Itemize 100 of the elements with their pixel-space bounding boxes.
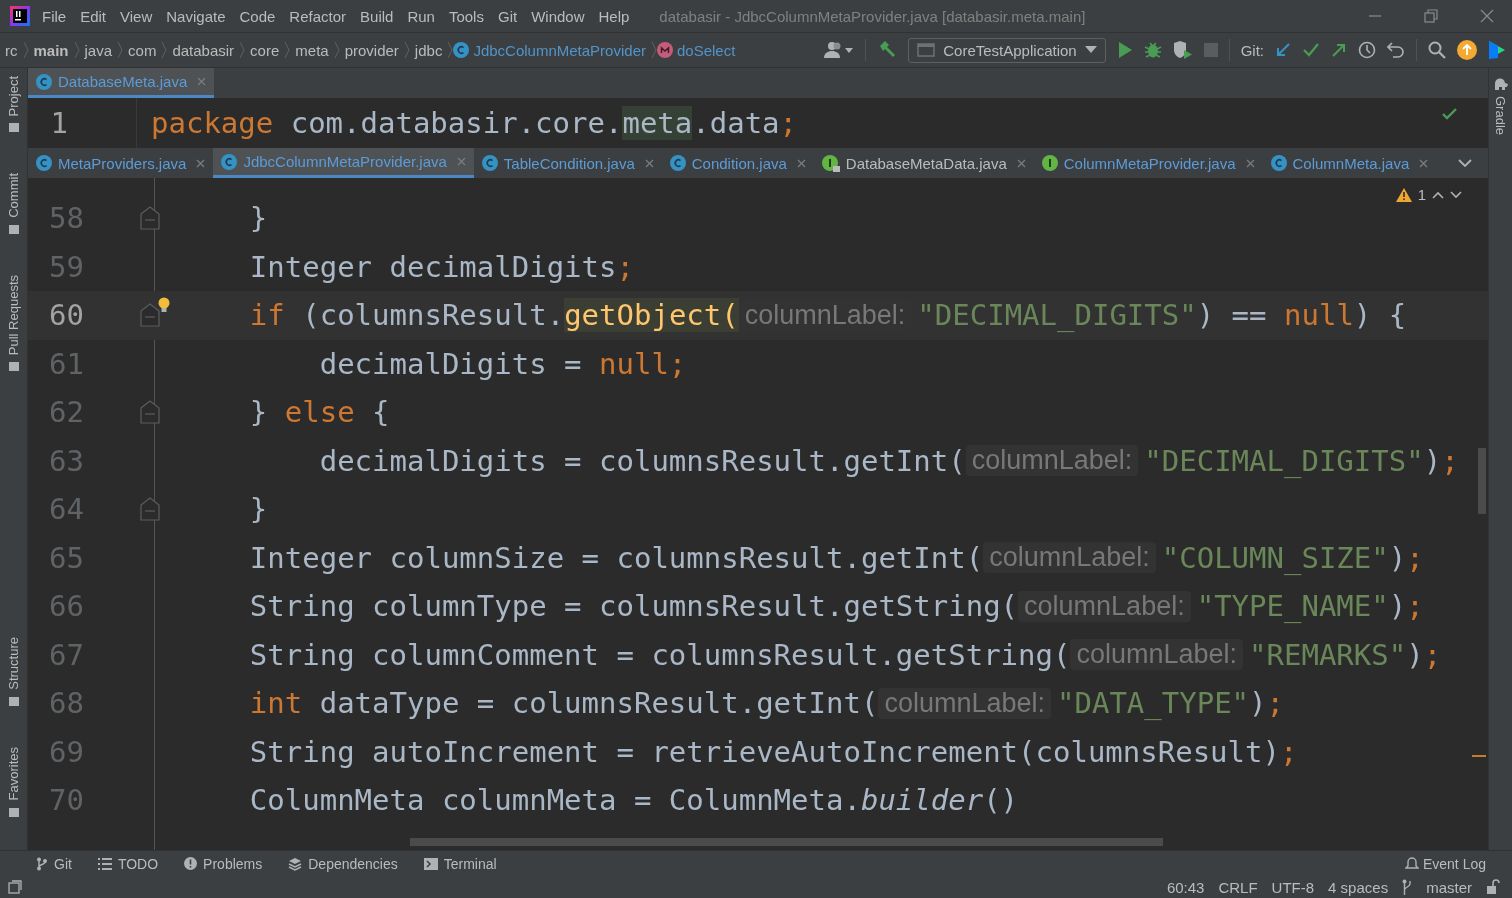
tool-window-tab[interactable]: Commit — [6, 173, 21, 219]
tool-window-button[interactable]: Problems — [184, 855, 263, 872]
keyword: ; — [1423, 637, 1442, 672]
breadcrumb[interactable]: java — [79, 41, 118, 59]
keyword: else — [284, 395, 355, 430]
line-number: 66 — [48, 589, 84, 624]
parameter-hint: columnLabel: — [983, 542, 1156, 574]
breadcrumb[interactable]: meta — [290, 41, 334, 59]
editor-tab[interactable]: MetaProviders.java — [28, 148, 214, 178]
line-number: 58 — [48, 201, 84, 236]
code-text: ) == — [1196, 298, 1268, 333]
code-text: ColumnMeta columnMeta = ColumnMeta. — [248, 783, 861, 818]
status-item[interactable]: 4 spaces — [1328, 878, 1389, 896]
code-text: } — [248, 492, 268, 527]
keyword: ; — [779, 106, 798, 140]
line-number: 63 — [48, 443, 84, 478]
code-text: ) — [1388, 589, 1407, 624]
menu-item[interactable]: Code — [239, 7, 276, 25]
status-item[interactable]: master — [1426, 878, 1472, 896]
editor-tab[interactable]: TableCondition.java — [473, 148, 662, 178]
warning-count[interactable]: 1 — [1417, 186, 1426, 203]
tool-window-button[interactable]: TODO — [97, 855, 159, 872]
editor-tab[interactable]: Condition.java — [661, 148, 814, 178]
parameter-hint: columnLabel: — [1070, 639, 1244, 671]
string-literal: "REMARKS" — [1249, 637, 1407, 672]
code-text: ) — [1388, 540, 1407, 575]
status-item[interactable]: 60:43 — [1166, 878, 1205, 896]
breadcrumb[interactable]: main — [28, 41, 74, 59]
breadcrumb[interactable]: jdbc — [409, 41, 448, 59]
code-text: (columnsResult. — [301, 298, 565, 333]
code-text: () — [983, 783, 1019, 818]
status-item[interactable]: CRLF — [1218, 878, 1258, 896]
string-literal: "COLUMN_SIZE" — [1161, 540, 1389, 575]
string-literal: "DECIMAL_DIGITS" — [917, 298, 1197, 333]
tool-window-button[interactable]: Dependencies — [288, 855, 398, 872]
code-text: builder — [860, 783, 984, 818]
editor-tab[interactable]: ColumnMetaProvider.java — [1033, 148, 1263, 178]
git-label: Git: — [1240, 41, 1264, 59]
tool-window-tab[interactable]: Gradle — [1493, 96, 1508, 136]
parameter-hint: columnLabel: — [1018, 590, 1191, 622]
breadcrumb[interactable]: databasir — [167, 41, 240, 59]
code-text: ) — [1423, 443, 1442, 478]
keyword: int — [248, 686, 303, 721]
event-log-button[interactable]: Event Log — [1404, 855, 1486, 872]
menu-item[interactable]: Run — [407, 7, 435, 25]
status-item[interactable]: UTF-8 — [1271, 878, 1315, 896]
menu-item[interactable]: Navigate — [166, 7, 226, 25]
line-number: 70 — [48, 783, 84, 818]
breadcrumb[interactable]: provider — [339, 41, 404, 59]
line-number: 60 — [48, 298, 84, 333]
tool-window-tab[interactable]: Project — [6, 76, 21, 117]
keyword: ; — [1266, 686, 1284, 721]
tool-window-tab[interactable]: Structure — [6, 637, 21, 691]
menu-item[interactable]: Refactor — [289, 7, 347, 25]
code-text: } — [248, 395, 269, 430]
breadcrumb[interactable]: com — [123, 41, 162, 59]
menu-item[interactable]: File — [42, 7, 67, 25]
editor-tab[interactable]: DatabaseMetaData.java — [813, 148, 1034, 178]
breadcrumb[interactable]: doSelect — [672, 41, 741, 59]
code-text: dataType = columnsResult.getInt( — [318, 686, 879, 721]
highlighted-code: getObject( — [564, 298, 739, 333]
tool-window-button[interactable]: Git — [36, 855, 72, 872]
line-number: 62 — [48, 395, 84, 430]
parameter-hint: columnLabel: — [965, 445, 1139, 477]
window-title: databasir - JdbcColumnMetaProvider.java [databasir.meta.main] — [659, 7, 1087, 25]
breadcrumb[interactable]: core — [245, 41, 285, 59]
code-text: Integer decimalDigits — [248, 249, 617, 284]
breadcrumb[interactable]: JdbcColumnMetaProvider — [469, 41, 651, 59]
keyword: null — [1284, 298, 1354, 333]
keyword: ; — [616, 249, 634, 284]
menu-item[interactable]: Git — [497, 7, 518, 25]
menu-item[interactable]: Window — [531, 7, 585, 25]
code-text: .data — [692, 106, 780, 140]
menu-item[interactable]: Build — [360, 7, 394, 25]
run-configuration-dropdown[interactable]: CoreTestApplication — [908, 37, 1106, 63]
menu-item[interactable]: View — [120, 7, 153, 25]
code-text: ) { — [1353, 298, 1407, 333]
line-number: 59 — [48, 249, 84, 284]
line-number: 64 — [48, 492, 84, 527]
tool-window-tab[interactable]: Pull Requests — [6, 275, 21, 356]
menu-item[interactable]: Edit — [80, 7, 107, 25]
code-text: ) — [1406, 637, 1424, 672]
code-text: Integer columnSize = columnsResult.getInt( — [248, 540, 984, 575]
tool-window-tab[interactable]: Favorites — [6, 747, 21, 801]
keyword: if — [248, 298, 285, 333]
breadcrumb[interactable]: rc — [0, 41, 23, 59]
keyword: package — [151, 106, 274, 140]
line-number: 61 — [48, 346, 84, 381]
code-text: String columnComment = columnsResult.getString( — [248, 637, 1071, 672]
code-text: { — [371, 395, 390, 430]
menu-item[interactable]: Help — [598, 7, 630, 25]
keyword: ; — [1406, 540, 1424, 575]
code-text: String autoIncrement = retrieveAutoIncrement(columnsResult) — [248, 734, 1280, 769]
code-text: } — [248, 201, 268, 236]
string-literal: "TYPE_NAME" — [1196, 589, 1389, 624]
line-number: 65 — [48, 540, 84, 575]
string-literal: "DECIMAL_DIGITS" — [1144, 443, 1424, 478]
editor-tab[interactable]: ColumnMeta.java — [1262, 148, 1437, 178]
tool-window-button[interactable]: Terminal — [423, 855, 497, 872]
menu-item[interactable]: Tools — [448, 7, 484, 25]
